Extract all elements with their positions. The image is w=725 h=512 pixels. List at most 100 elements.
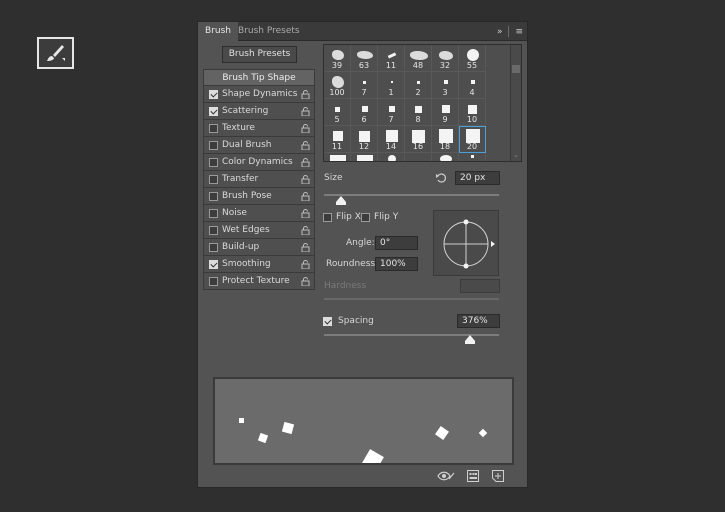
panel-menu-icon[interactable]: ≡ — [515, 27, 523, 37]
brush-tip-12[interactable]: 12 — [351, 126, 378, 153]
brush-tip-thumbnail — [468, 104, 477, 114]
option-checkbox[interactable] — [209, 140, 218, 150]
brush-tip-11[interactable]: 11 — [324, 126, 351, 153]
brush-tip-tip[interactable] — [432, 153, 459, 161]
flip-y-control[interactable]: Flip Y — [361, 212, 398, 222]
option-brush-pose[interactable]: Brush Pose — [203, 188, 315, 205]
lock-icon[interactable] — [301, 260, 310, 269]
option-checkbox[interactable] — [209, 157, 218, 167]
brush-presets-grid-icon[interactable] — [467, 470, 479, 482]
option-checkbox[interactable] — [209, 259, 218, 269]
option-checkbox[interactable] — [209, 208, 218, 218]
lock-icon[interactable] — [301, 243, 310, 252]
brush-tip-18[interactable]: 18 — [432, 126, 459, 153]
size-field[interactable]: 20 px — [455, 171, 500, 185]
brush-tip-2[interactable]: 2 — [405, 72, 432, 99]
brush-tip-14[interactable]: 14 — [378, 126, 405, 153]
brush-tip-8[interactable]: 8 — [405, 99, 432, 126]
angle-roundness-widget[interactable] — [433, 210, 499, 276]
grid-scrollbar[interactable]: ⌄ — [510, 45, 521, 161]
option-build-up[interactable]: Build-up — [203, 239, 315, 256]
brush-tip-7[interactable]: 7 — [351, 72, 378, 99]
toggle-live-tip-preview-icon[interactable] — [437, 470, 455, 482]
brush-tip-9[interactable]: 9 — [432, 99, 459, 126]
option-protect-texture[interactable]: Protect Texture — [203, 273, 315, 290]
option-color-dynamics[interactable]: Color Dynamics — [203, 154, 315, 171]
brush-tip-39[interactable]: 39 — [324, 45, 351, 72]
spacing-field[interactable]: 376% — [457, 314, 500, 328]
preview-dab — [478, 428, 488, 438]
brush-tip-5[interactable]: 5 — [324, 99, 351, 126]
brush-tip-tip[interactable] — [378, 153, 405, 161]
option-transfer[interactable]: Transfer — [203, 171, 315, 188]
lock-icon[interactable] — [301, 141, 310, 150]
brush-tip-3[interactable]: 3 — [432, 72, 459, 99]
option-scattering[interactable]: Scattering — [203, 103, 315, 120]
brush-tip-10[interactable]: 10 — [459, 99, 486, 126]
lock-icon[interactable] — [301, 158, 310, 167]
collapse-icon[interactable]: » — [497, 27, 503, 37]
lock-icon[interactable] — [301, 124, 310, 133]
lock-icon[interactable] — [301, 226, 310, 235]
size-slider-track[interactable] — [324, 194, 499, 196]
brush-tip-tip[interactable] — [324, 153, 351, 161]
option-checkbox[interactable] — [209, 191, 218, 201]
brush-presets-button[interactable]: Brush Presets — [222, 46, 297, 63]
option-checkbox[interactable] — [209, 242, 218, 252]
lock-icon[interactable] — [301, 107, 310, 116]
lock-icon[interactable] — [301, 277, 310, 286]
option-wet-edges[interactable]: Wet Edges — [203, 222, 315, 239]
lock-icon[interactable] — [301, 175, 310, 184]
brush-tip-tip[interactable] — [459, 153, 486, 161]
size-slider-thumb[interactable] — [336, 196, 346, 205]
brush-size-number: 20 — [466, 142, 478, 151]
brush-tip-55[interactable]: 55 — [459, 45, 486, 72]
lock-icon[interactable] — [301, 90, 310, 99]
brush-tip-tip[interactable] — [405, 153, 432, 161]
brush-tip-16[interactable]: 16 — [405, 126, 432, 153]
angle-crosshair-icon — [443, 219, 495, 269]
brush-tip-11[interactable]: 11 — [378, 45, 405, 72]
option-checkbox[interactable] — [209, 225, 218, 235]
option-checkbox[interactable] — [209, 276, 218, 286]
option-checkbox[interactable] — [209, 174, 218, 184]
brush-tip-7[interactable]: 7 — [378, 99, 405, 126]
brush-tip-thumbnail — [387, 51, 396, 59]
option-dual-brush[interactable]: Dual Brush — [203, 137, 315, 154]
spacing-control[interactable]: Spacing — [323, 316, 374, 326]
brush-tool-button[interactable] — [37, 37, 74, 69]
brush-tip-6[interactable]: 6 — [351, 99, 378, 126]
scrollbar-thumb[interactable] — [512, 65, 520, 73]
lock-icon[interactable] — [301, 209, 310, 218]
brush-size-number: 55 — [466, 61, 478, 70]
brush-size-number: 9 — [442, 115, 448, 124]
roundness-field[interactable]: 100% — [375, 257, 418, 271]
option-checkbox[interactable] — [209, 89, 218, 99]
option-brush-tip-shape[interactable]: Brush Tip Shape — [203, 69, 315, 86]
option-texture[interactable]: Texture — [203, 120, 315, 137]
option-smoothing[interactable]: Smoothing — [203, 256, 315, 273]
lock-icon[interactable] — [301, 192, 310, 201]
angle-field[interactable]: 0° — [375, 236, 418, 250]
tab-brush-presets[interactable]: Brush Presets — [231, 22, 307, 41]
brush-tip-63[interactable]: 63 — [351, 45, 378, 72]
flip-x-control[interactable]: Flip X — [323, 212, 361, 222]
new-brush-icon[interactable] — [492, 470, 504, 482]
scroll-down-icon[interactable]: ⌄ — [513, 152, 520, 159]
brush-tip-100[interactable]: 100 — [324, 72, 351, 99]
brush-tip-20[interactable]: 20 — [459, 126, 486, 153]
option-checkbox[interactable] — [209, 123, 218, 133]
reset-size-icon[interactable] — [435, 172, 447, 184]
brush-tip-32[interactable]: 32 — [432, 45, 459, 72]
brush-tip-1[interactable]: 1 — [378, 72, 405, 99]
brush-tip-4[interactable]: 4 — [459, 72, 486, 99]
brush-tip-tip[interactable] — [351, 153, 378, 161]
spacing-slider-thumb[interactable] — [465, 335, 475, 344]
brush-tip-48[interactable]: 48 — [405, 45, 432, 72]
option-noise[interactable]: Noise — [203, 205, 315, 222]
option-shape-dynamics[interactable]: Shape Dynamics — [203, 86, 315, 103]
option-checkbox[interactable] — [209, 106, 218, 116]
spacing-checkbox[interactable] — [323, 316, 332, 326]
flip-y-checkbox[interactable] — [361, 212, 370, 222]
flip-x-checkbox[interactable] — [323, 212, 332, 222]
